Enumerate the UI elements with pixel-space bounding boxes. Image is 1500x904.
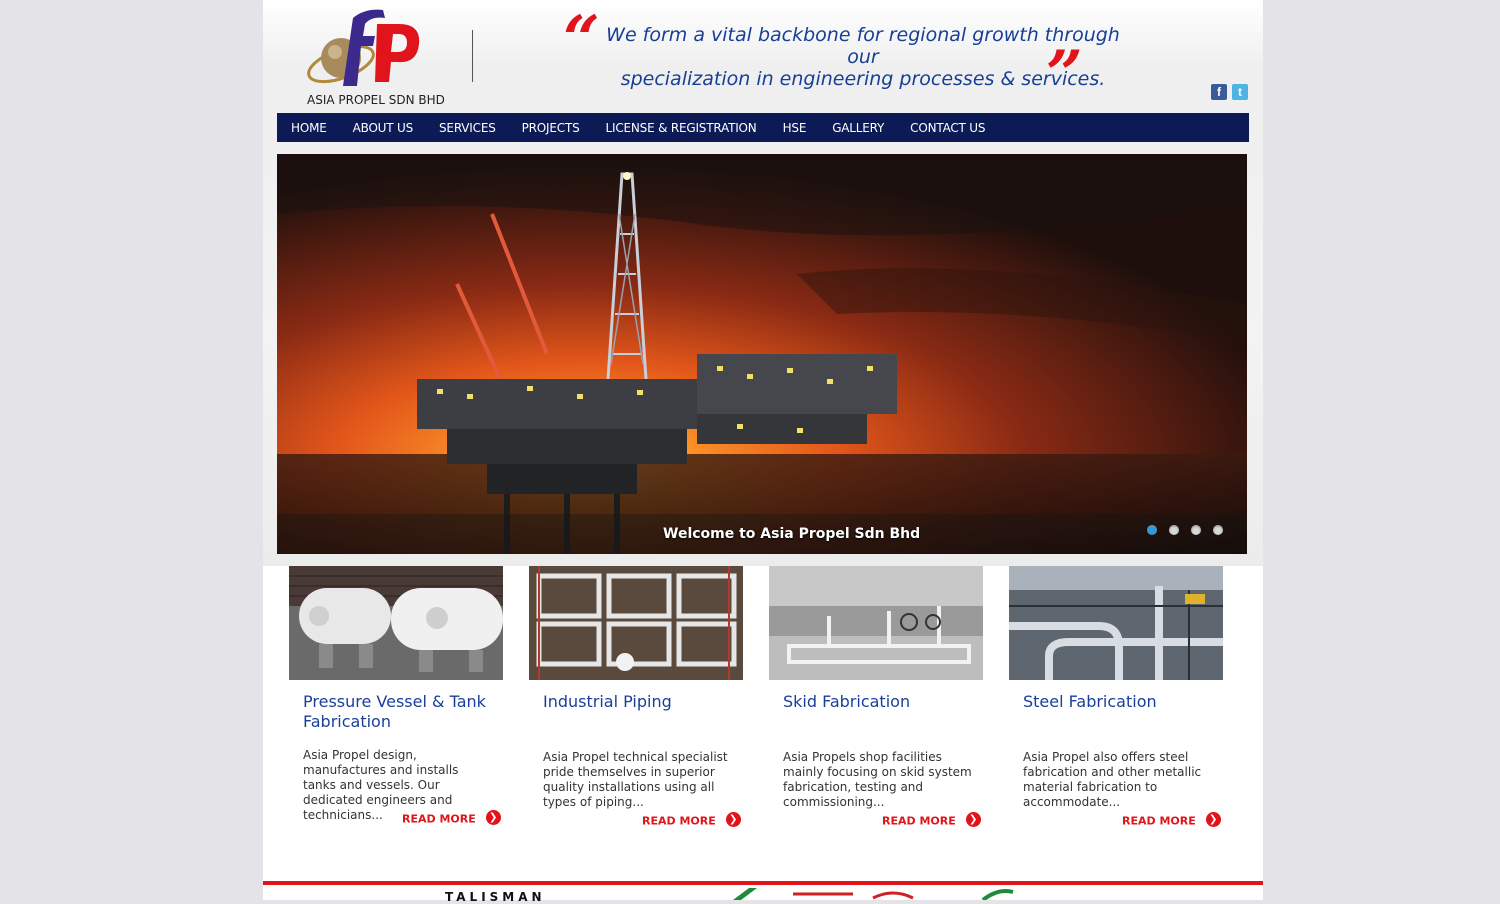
arrow-right-icon: ❯ xyxy=(485,810,501,825)
slider-dot-1[interactable] xyxy=(1147,525,1157,535)
service-card-skid-fabrication: Skid Fabrication Asia Propels shop facil… xyxy=(769,566,983,828)
read-more-link[interactable]: READ MORE ❯ xyxy=(642,812,741,829)
service-description: Asia Propel technical specialist pride t… xyxy=(543,750,728,809)
page: ASIA PROPEL SDN BHD “ We form a vital ba… xyxy=(263,0,1263,904)
quote-close-mark: ” xyxy=(1046,37,1083,112)
read-more-link[interactable]: READ MORE ❯ xyxy=(1122,812,1221,829)
service-card-pressure-vessel: Pressure Vessel & Tank Fabrication Asia … xyxy=(289,566,503,826)
service-title[interactable]: Skid Fabrication xyxy=(783,692,973,712)
service-title[interactable]: Steel Fabrication xyxy=(1023,692,1213,712)
partner-logo-talisman[interactable]: TALISMAN xyxy=(445,890,546,904)
arrow-right-icon: ❯ xyxy=(725,812,741,827)
service-title[interactable]: Industrial Piping xyxy=(543,692,733,712)
arrow-right-icon: ❯ xyxy=(965,812,981,827)
nav-services[interactable]: SERVICES xyxy=(439,121,496,135)
nav-gallery[interactable]: GALLERY xyxy=(832,121,884,135)
arrow-right-icon: ❯ xyxy=(1205,812,1221,827)
tagline-line-2: specialization in engineering processes … xyxy=(620,68,1106,90)
header-divider xyxy=(472,30,473,82)
industrial-piping-image[interactable] xyxy=(529,566,743,680)
oil-rig-sunset-image xyxy=(277,154,1247,554)
tagline-quote: We form a vital backbone for regional gr… xyxy=(603,24,1123,90)
hero-slider[interactable]: Welcome to Asia Propel Sdn Bhd xyxy=(277,154,1247,554)
nav-contact-us[interactable]: CONTACT US xyxy=(910,121,985,135)
read-more-label: READ MORE xyxy=(402,812,476,826)
read-more-label: READ MORE xyxy=(642,814,716,828)
read-more-label: READ MORE xyxy=(1122,814,1196,828)
read-more-link[interactable]: READ MORE ❯ xyxy=(402,810,501,827)
logo-text: ASIA PROPEL SDN BHD xyxy=(307,93,445,107)
steel-fabrication-image[interactable] xyxy=(1009,566,1223,680)
twitter-icon[interactable]: t xyxy=(1232,84,1248,100)
footer-divider xyxy=(263,881,1263,885)
read-more-label: READ MORE xyxy=(882,814,956,828)
facebook-icon[interactable]: f xyxy=(1211,84,1227,100)
nav-license-registration[interactable]: LICENSE & REGISTRATION xyxy=(606,121,757,135)
nav-about-us[interactable]: ABOUT US xyxy=(353,121,414,135)
partner-logos-strip[interactable] xyxy=(653,888,1033,900)
nav-projects[interactable]: PROJECTS xyxy=(522,121,580,135)
slider-dot-2[interactable] xyxy=(1169,525,1179,535)
skid-fabrication-image[interactable] xyxy=(769,566,983,680)
header: ASIA PROPEL SDN BHD “ We form a vital ba… xyxy=(263,0,1263,566)
tagline-line-1: We form a vital backbone for regional gr… xyxy=(606,24,1120,68)
service-card-steel-fabrication: Steel Fabrication Asia Propel also offer… xyxy=(1009,566,1223,828)
pressure-vessel-image[interactable] xyxy=(289,566,503,680)
quote-open-mark: “ xyxy=(563,2,600,77)
slider-caption: Welcome to Asia Propel Sdn Bhd xyxy=(663,526,921,542)
read-more-link[interactable]: READ MORE ❯ xyxy=(882,812,981,829)
service-description: Asia Propels shop facilities mainly focu… xyxy=(783,750,972,809)
slider-dot-3[interactable] xyxy=(1191,525,1201,535)
nav-home[interactable]: HOME xyxy=(291,121,327,135)
service-title[interactable]: Pressure Vessel & Tank Fabrication xyxy=(303,692,493,732)
slider-dot-4[interactable] xyxy=(1213,525,1223,535)
service-description: Asia Propel also offers steel fabricatio… xyxy=(1023,750,1202,809)
nav-hse[interactable]: HSE xyxy=(783,121,807,135)
main-nav: HOME ABOUT US SERVICES PROJECTS LICENSE … xyxy=(277,113,1249,142)
service-card-industrial-piping: Industrial Piping Asia Propel technical … xyxy=(529,566,743,828)
